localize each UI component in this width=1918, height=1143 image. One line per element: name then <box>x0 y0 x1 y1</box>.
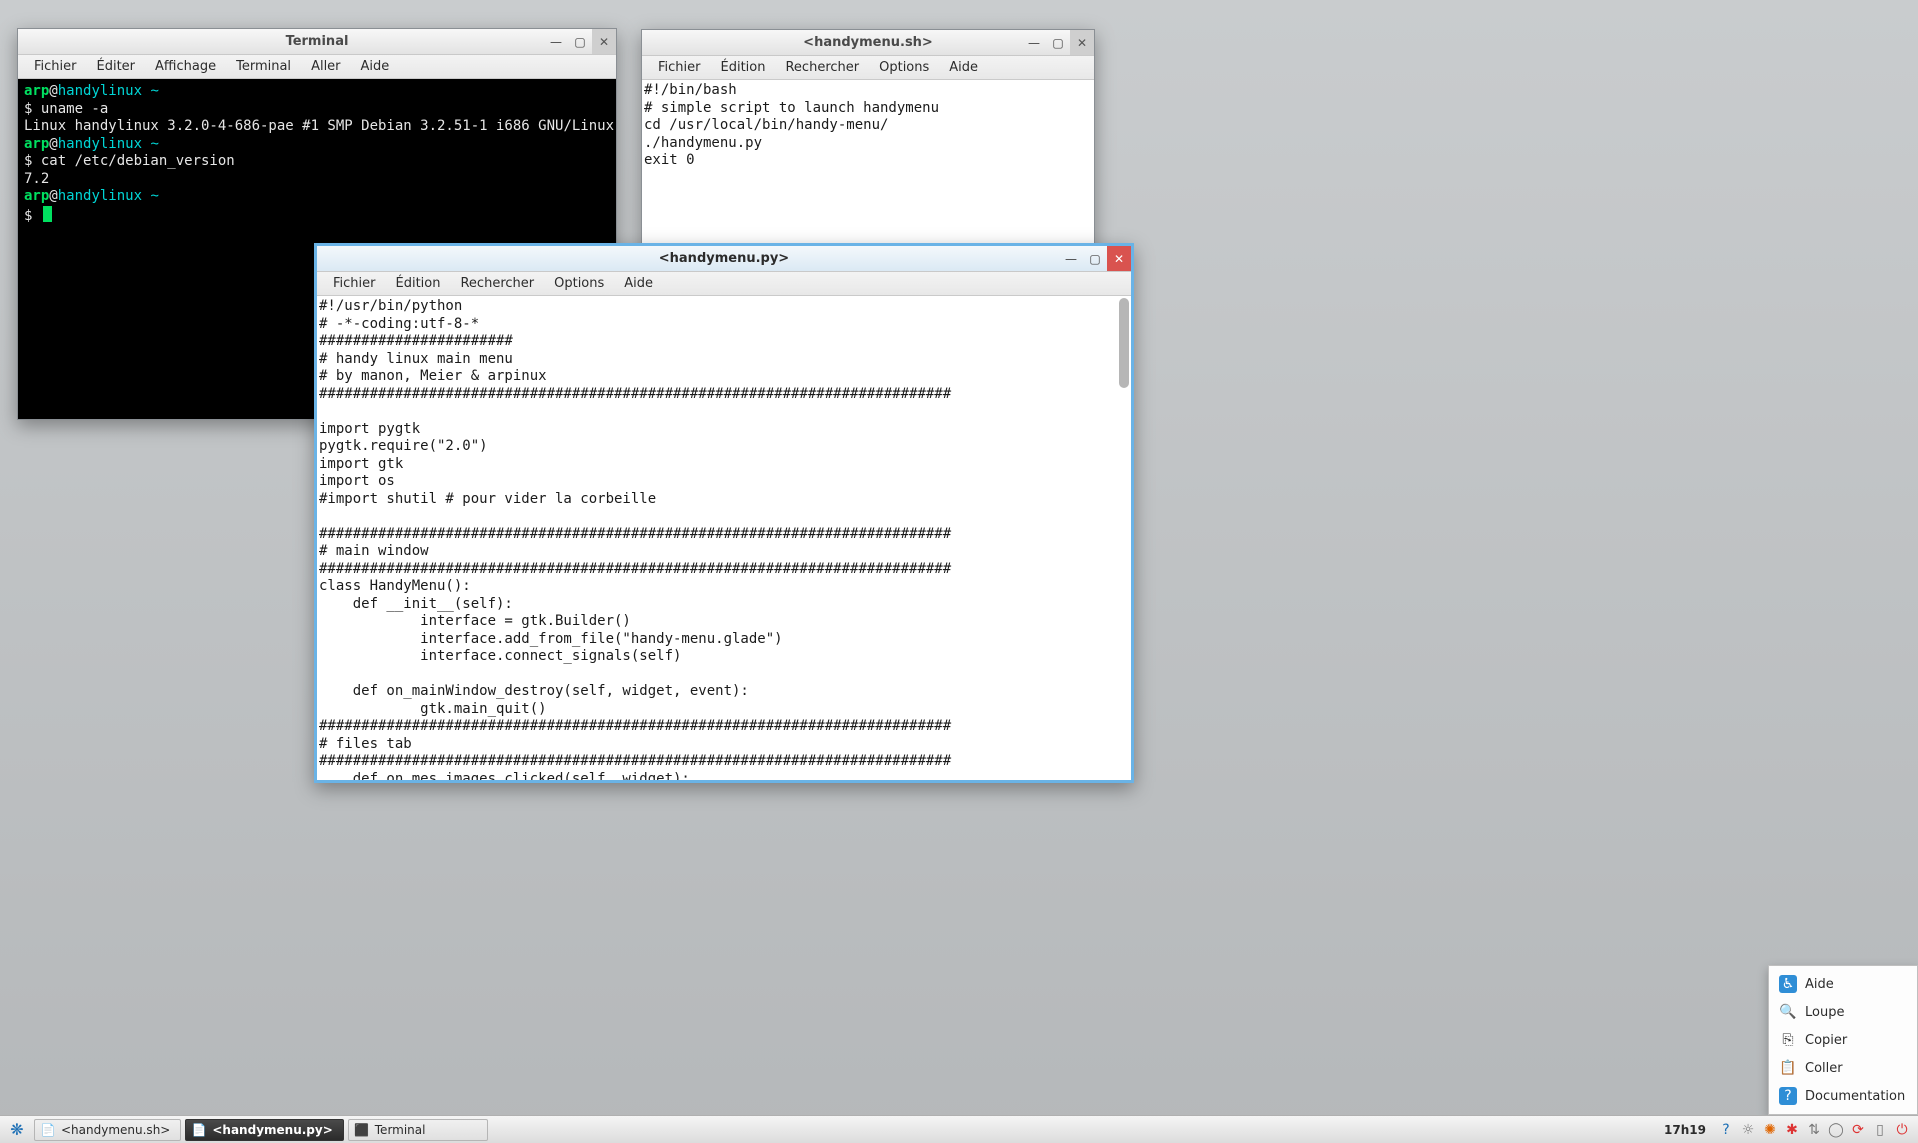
editor-py-menubar: FichierÉditionRechercherOptionsAide <box>317 272 1131 296</box>
popup-item-label: Coller <box>1805 1061 1843 1076</box>
menu-item-aide[interactable]: Aide <box>353 57 398 76</box>
close-button[interactable]: ✕ <box>592 29 616 54</box>
editor-sh-title: <handymenu.sh> <box>803 35 933 50</box>
help-icon[interactable]: ? <box>1718 1122 1734 1138</box>
maximize-button[interactable]: ▢ <box>1046 30 1070 55</box>
scrollbar-thumb[interactable] <box>1119 298 1129 388</box>
menu-item-affichage[interactable]: Affichage <box>147 57 224 76</box>
paste-icon: 📋 <box>1779 1059 1797 1077</box>
close-button[interactable]: ✕ <box>1070 30 1094 55</box>
popup-item-documentation[interactable]: ? Documentation <box>1771 1082 1915 1110</box>
taskbar-task[interactable]: 📄 <handymenu.sh> <box>34 1119 181 1141</box>
popup-item-coller[interactable]: 📋 Coller <box>1771 1054 1915 1082</box>
popup-item-aide[interactable]: ♿ Aide <box>1771 970 1915 998</box>
menu-item-aller[interactable]: Aller <box>303 57 348 76</box>
power-menu-icon[interactable]: ◯ <box>1828 1122 1844 1138</box>
terminal-title: Terminal <box>286 34 349 49</box>
menu-item-rechercher[interactable]: Rechercher <box>452 274 542 293</box>
taskbar-task[interactable]: 📄 <handymenu.py> <box>185 1119 343 1141</box>
network-icon[interactable]: ⇅ <box>1806 1122 1822 1138</box>
popup-item-label: Loupe <box>1805 1005 1844 1020</box>
bug-icon[interactable]: ✱ <box>1784 1122 1800 1138</box>
menu-item-aide[interactable]: Aide <box>941 58 986 77</box>
update-icon[interactable]: ⟳ <box>1850 1122 1866 1138</box>
menu-item-fichier[interactable]: Fichier <box>325 274 384 293</box>
task-icon: ⬛ <box>355 1123 369 1137</box>
editor-py-titlebar[interactable]: <handymenu.py> — ▢ ✕ <box>317 246 1131 272</box>
task-label: <handymenu.py> <box>212 1123 332 1137</box>
editor-sh-titlebar[interactable]: <handymenu.sh> — ▢ ✕ <box>642 30 1094 56</box>
minimize-button[interactable]: — <box>1059 246 1083 271</box>
terminal-menubar: FichierÉditerAffichageTerminalAller Aide <box>18 55 616 79</box>
magnifier-icon: 🔍 <box>1779 1003 1797 1021</box>
menu-item-aide[interactable]: Aide <box>616 274 661 293</box>
close-button[interactable]: ✕ <box>1107 246 1131 271</box>
shutdown-icon[interactable]: ⏻ <box>1894 1122 1910 1138</box>
taskbar-clock[interactable]: 17h19 <box>1656 1123 1714 1137</box>
settings-icon[interactable]: ✺ <box>1762 1122 1778 1138</box>
copy-icon: ⎘ <box>1779 1031 1797 1049</box>
menu-item-edition[interactable]: Édition <box>388 274 449 293</box>
menu-item-fichier[interactable]: Fichier <box>650 58 709 77</box>
editor-py-window[interactable]: <handymenu.py> — ▢ ✕ FichierÉditionReche… <box>314 243 1134 783</box>
menu-item-edition[interactable]: Édition <box>713 58 774 77</box>
start-menu-icon: ❋ <box>10 1120 23 1139</box>
minimize-button[interactable]: — <box>544 29 568 54</box>
menu-item-rechercher[interactable]: Rechercher <box>777 58 867 77</box>
accessibility-icon: ♿ <box>1779 975 1797 993</box>
popup-item-loupe[interactable]: 🔍 Loupe <box>1771 998 1915 1026</box>
popup-item-label: Aide <box>1805 977 1834 992</box>
maximize-button[interactable]: ▢ <box>1083 246 1107 271</box>
editor-py-title: <handymenu.py> <box>659 251 789 266</box>
menu-item-options[interactable]: Options <box>871 58 937 77</box>
terminal-cursor <box>43 206 52 222</box>
popup-item-copier[interactable]: ⎘ Copier <box>1771 1026 1915 1054</box>
taskbar: ❋ 📄 <handymenu.sh> 📄 <handymenu.py> ⬛ Termina… <box>0 1115 1918 1143</box>
terminal-titlebar[interactable]: Terminal — ▢ ✕ <box>18 29 616 55</box>
menu-item-options[interactable]: Options <box>546 274 612 293</box>
task-icon: 📄 <box>41 1123 55 1137</box>
quick-actions-popup[interactable]: ♿ Aide 🔍 Loupe ⎘ Copier 📋 Coller? Documentation <box>1768 965 1918 1115</box>
system-tray: ? ☼ ✺ ✱ ⇅ ◯ ⟳ ▯ ⏻ <box>1718 1122 1914 1138</box>
popup-item-label: Copier <box>1805 1033 1847 1048</box>
menu-item-fichier[interactable]: Fichier <box>26 57 85 76</box>
clipboard-icon[interactable]: ▯ <box>1872 1122 1888 1138</box>
start-menu-button[interactable]: ❋ <box>4 1119 30 1141</box>
task-icon: 📄 <box>192 1123 206 1137</box>
task-label: <handymenu.sh> <box>61 1123 170 1137</box>
minimize-button[interactable]: — <box>1022 30 1046 55</box>
editor-sh-menubar: FichierÉditionRechercherOptionsAide <box>642 56 1094 80</box>
help-icon: ? <box>1779 1087 1797 1105</box>
taskbar-task[interactable]: ⬛ Terminal <box>348 1119 488 1141</box>
menu-item-editer[interactable]: Éditer <box>89 57 144 76</box>
popup-item-label: Documentation <box>1805 1089 1905 1104</box>
editor-py-content[interactable]: #!/usr/bin/python # -*-coding:utf-8-* ##… <box>317 296 1131 780</box>
maximize-button[interactable]: ▢ <box>568 29 592 54</box>
brightness-icon[interactable]: ☼ <box>1740 1122 1756 1138</box>
editor-py-text[interactable]: #!/usr/bin/python # -*-coding:utf-8-* ##… <box>317 296 1131 780</box>
menu-item-terminal[interactable]: Terminal <box>228 57 299 76</box>
task-label: Terminal <box>375 1123 426 1137</box>
